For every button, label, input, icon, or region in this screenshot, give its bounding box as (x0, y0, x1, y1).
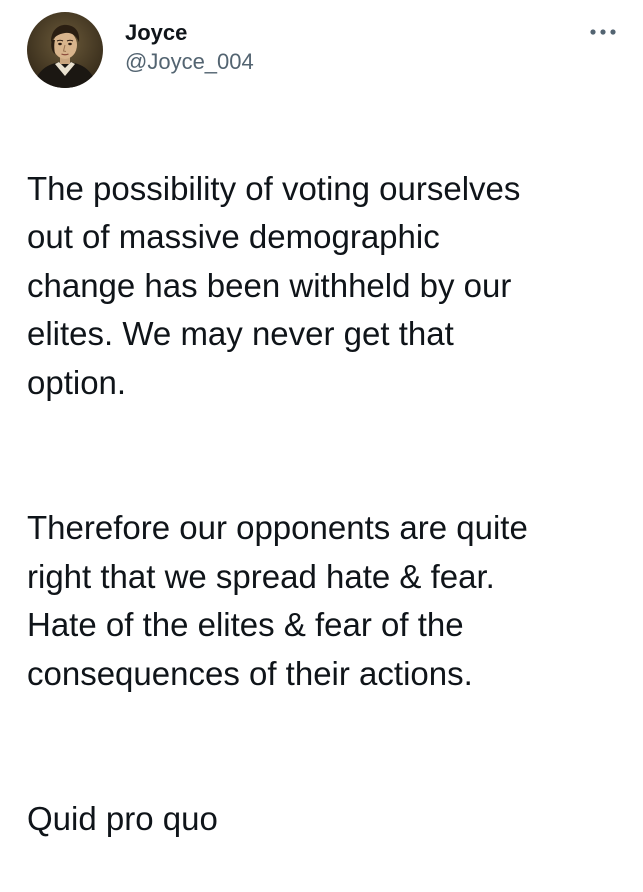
author-names: Joyce @Joyce_004 (125, 20, 254, 76)
author-display-name[interactable]: Joyce (125, 20, 254, 46)
more-options-icon (590, 29, 616, 35)
tweet-card: Joyce @Joyce_004 The possibility of voti… (0, 0, 643, 837)
tweet-paragraph: Quid pro quo (27, 800, 218, 837)
portrait-avatar-icon (27, 12, 103, 88)
tweet-text: The possibility of voting ourselves out … (27, 116, 627, 892)
more-options-button[interactable] (577, 20, 617, 44)
tweet-paragraph: The possibility of voting ourselves out … (27, 169, 521, 401)
author-handle[interactable]: @Joyce_004 (125, 48, 254, 76)
avatar[interactable] (27, 12, 103, 88)
tweet-header: Joyce @Joyce_004 (27, 10, 629, 90)
tweet-paragraph: Therefore our opponents are quite right … (27, 509, 528, 692)
